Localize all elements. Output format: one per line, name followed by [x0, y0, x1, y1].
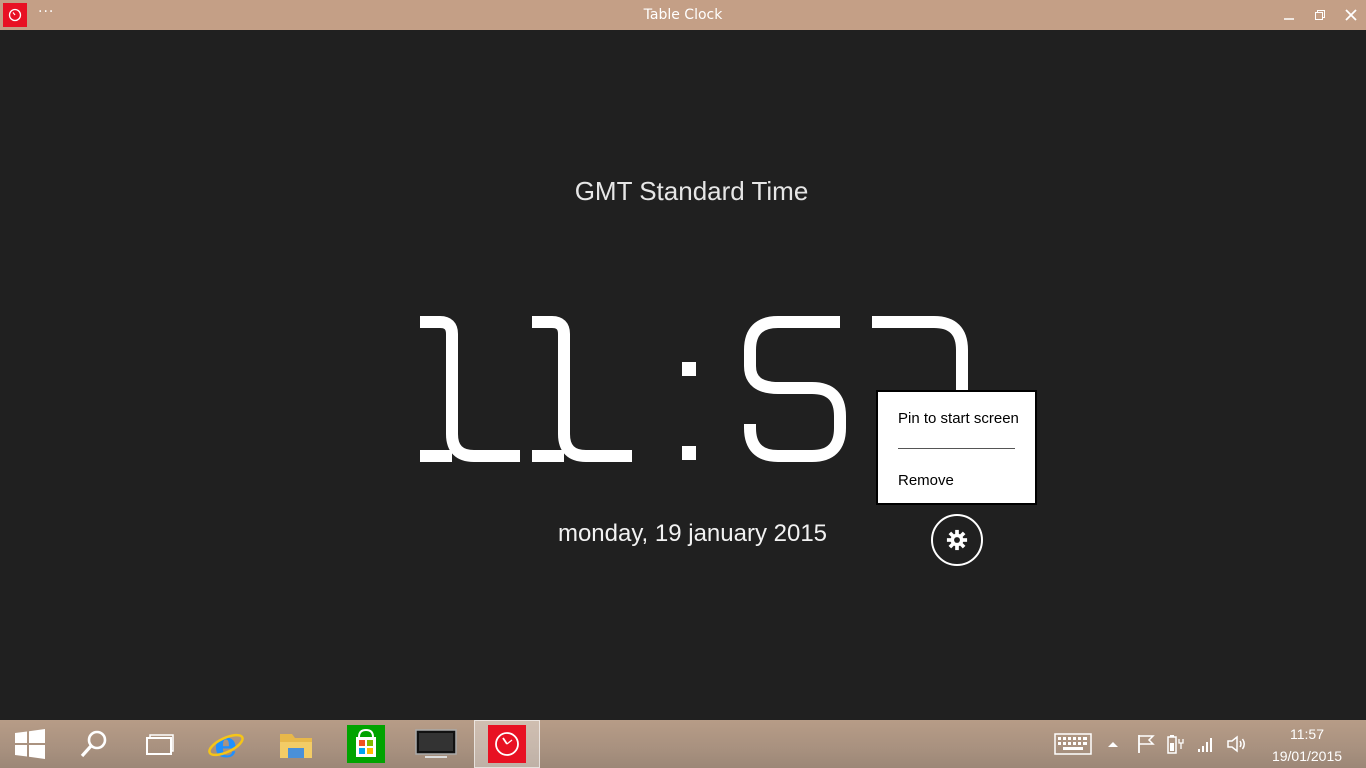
signal-icon: [1198, 738, 1212, 752]
restore-icon: [1315, 10, 1325, 20]
minimize-button[interactable]: [1274, 0, 1304, 30]
menu-separator: [898, 448, 1015, 449]
minimize-icon: [1284, 18, 1294, 20]
time-digit-hour-units: [532, 316, 632, 462]
remove-menu-item[interactable]: Remove: [898, 472, 954, 489]
task-view-button[interactable]: [128, 720, 192, 768]
start-button[interactable]: [0, 720, 60, 768]
pin-to-start-menu-item[interactable]: Pin to start screen: [898, 410, 1019, 427]
store-button[interactable]: [334, 720, 398, 768]
desktop-button[interactable]: [404, 720, 468, 768]
close-button[interactable]: [1336, 0, 1366, 30]
table-clock-icon: [488, 725, 526, 763]
date-label: monday, 19 january 2015: [557, 520, 828, 547]
task-view-icon: [146, 734, 174, 755]
settings-button[interactable]: [931, 514, 983, 566]
desktop-icon: [415, 729, 457, 758]
time-colon: [682, 362, 696, 460]
taskbar: e: [0, 720, 1366, 768]
clock-context-menu: Pin to start screen Remove: [876, 390, 1037, 505]
svg-text:e: e: [215, 724, 238, 764]
battery-icon: [1167, 735, 1184, 754]
time-digit-minute-tens: [744, 316, 846, 462]
store-icon: [347, 725, 385, 763]
title-bar: ··· Table Clock: [0, 0, 1366, 30]
internet-explorer-button[interactable]: e: [194, 720, 258, 768]
time-digit-hour-tens: [420, 316, 520, 462]
gear-icon: [946, 529, 968, 551]
action-center-button[interactable]: [1135, 732, 1157, 756]
show-hidden-icons-button[interactable]: [1105, 732, 1121, 756]
touch-keyboard-button[interactable]: [1053, 732, 1093, 756]
chevron-up-icon: [1108, 742, 1118, 747]
speaker-icon: [1227, 735, 1245, 753]
start-icon: [15, 729, 45, 759]
restore-button[interactable]: [1305, 0, 1335, 30]
internet-explorer-icon: e: [208, 724, 244, 764]
flag-icon: [1138, 735, 1155, 753]
timezone-label: GMT Standard Time: [574, 176, 809, 206]
search-button[interactable]: [62, 720, 126, 768]
time-digit-minute-units: [872, 316, 968, 394]
window-title: Table Clock: [643, 7, 723, 23]
system-clock-date[interactable]: 19/01/2015: [1262, 748, 1352, 764]
file-explorer-icon: [280, 734, 312, 758]
file-explorer-button[interactable]: [264, 720, 328, 768]
table-clock-taskbar-button[interactable]: [474, 720, 540, 768]
close-icon: [1345, 9, 1357, 21]
search-icon: [80, 730, 107, 758]
keyboard-icon: [1054, 733, 1092, 755]
network-button[interactable]: [1195, 732, 1217, 756]
system-clock-time[interactable]: 11:57: [1262, 726, 1352, 742]
battery-button[interactable]: [1165, 732, 1187, 756]
volume-button[interactable]: [1225, 732, 1249, 756]
